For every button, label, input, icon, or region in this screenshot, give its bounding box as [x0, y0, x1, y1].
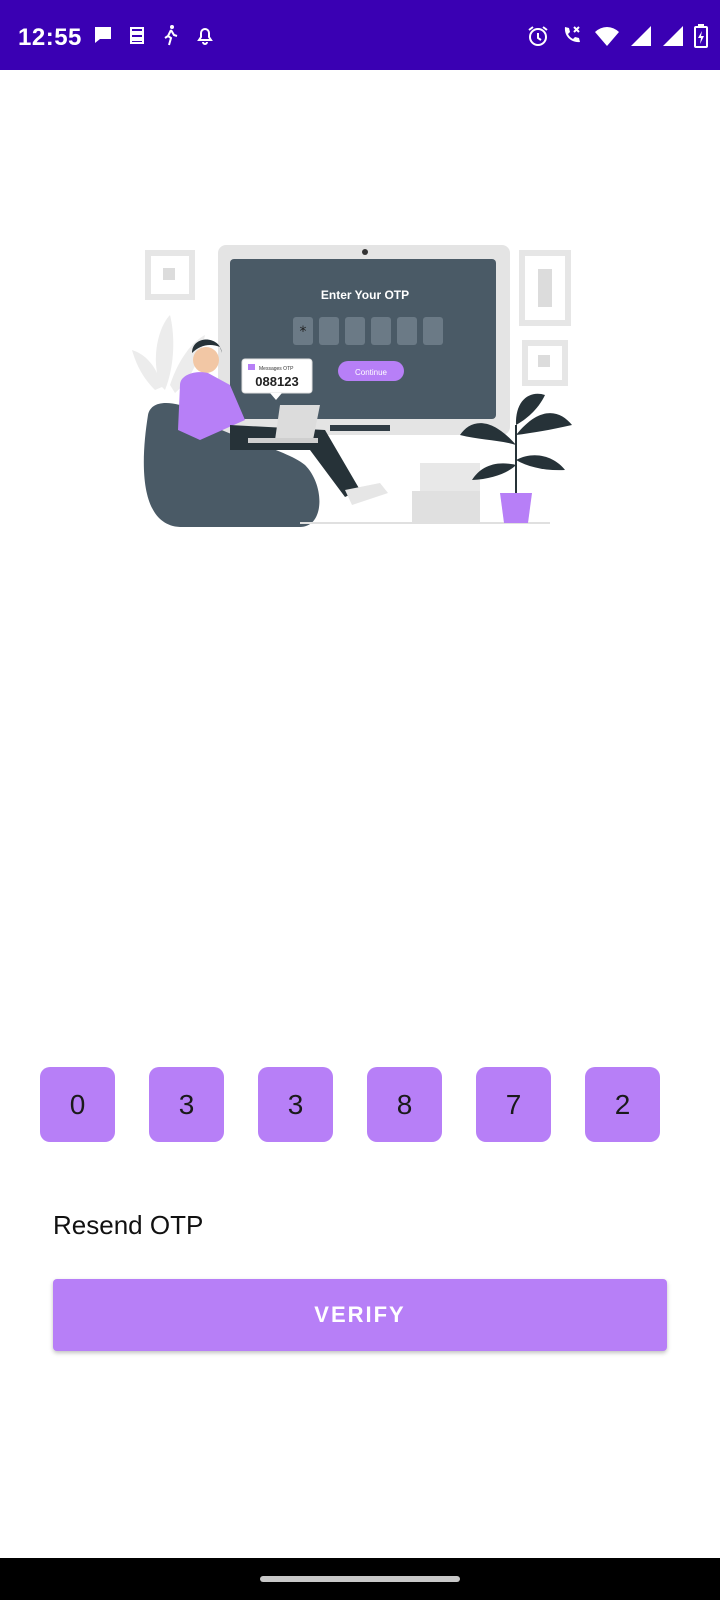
- status-left-icons: [92, 24, 216, 46]
- otp-digit-box[interactable]: 8: [367, 1067, 442, 1142]
- otp-digit-box[interactable]: 2: [585, 1067, 660, 1142]
- wifi-calling-icon: [560, 24, 584, 48]
- illustration-screen-title: Enter Your OTP: [321, 288, 409, 302]
- notification-bell-icon: [194, 24, 216, 46]
- vpn-key-icon: [126, 24, 148, 46]
- chat-bubble-icon: [92, 24, 114, 46]
- battery-charging-icon: [694, 24, 708, 48]
- otp-digit-box[interactable]: 0: [40, 1067, 115, 1142]
- otp-input-row: 0 3 3 8 7 2: [40, 1067, 660, 1143]
- illustration-continue-label: Continue: [355, 368, 388, 377]
- otp-digit-box[interactable]: 3: [149, 1067, 224, 1142]
- verify-button[interactable]: VERIFY: [53, 1279, 667, 1351]
- otp-illustration: Enter Your OTP * Continue Messages OTP 0…: [120, 235, 600, 535]
- illustration-mask-char: *: [300, 324, 307, 340]
- walking-icon: [160, 24, 182, 46]
- status-right-icons: [526, 24, 708, 48]
- signal-icon: [662, 25, 684, 47]
- status-bar: 12:55: [0, 0, 720, 70]
- illustration-message-label: Messages OTP: [259, 366, 294, 372]
- alarm-icon: [526, 24, 550, 48]
- wifi-icon: [594, 25, 620, 47]
- resend-otp-link[interactable]: Resend OTP: [53, 1210, 203, 1241]
- home-gesture-handle[interactable]: [260, 1576, 460, 1582]
- status-time: 12:55: [18, 24, 82, 51]
- otp-digit-box[interactable]: 3: [258, 1067, 333, 1142]
- illustration-message-code: 088123: [255, 374, 298, 389]
- signal-icon: [630, 25, 652, 47]
- otp-digit-box[interactable]: 7: [476, 1067, 551, 1142]
